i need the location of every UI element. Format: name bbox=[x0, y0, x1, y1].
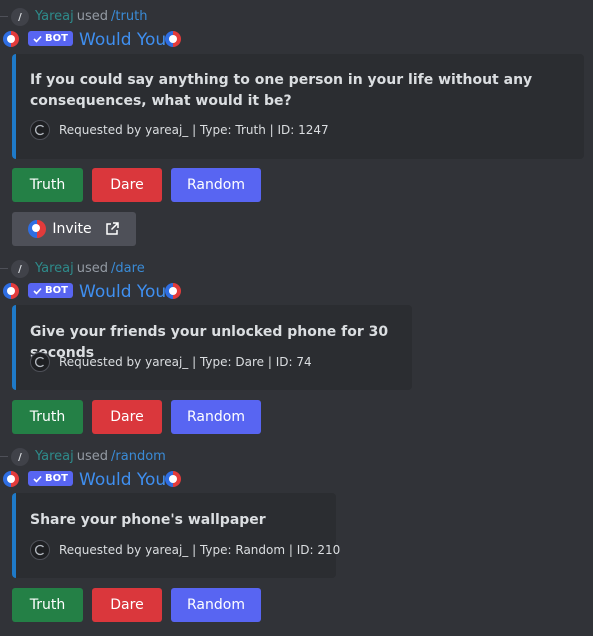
truth-button[interactable]: Truth bbox=[12, 400, 83, 434]
embed-footer: Requested by yareaj_ | Type: Dare | ID: … bbox=[30, 351, 312, 373]
command-used-text: used bbox=[76, 449, 109, 464]
embed-question: Share your phone's wallpaper bbox=[30, 512, 266, 528]
bot-name-text: Would You bbox=[79, 282, 167, 302]
random-button[interactable]: Random bbox=[171, 400, 261, 434]
truth-button-label: Truth bbox=[29, 597, 66, 613]
slash-command-icon: / bbox=[11, 8, 29, 26]
invite-button-label: Invite bbox=[52, 221, 92, 237]
embed-card: If you could say anything to one person … bbox=[12, 54, 584, 159]
command-used-text: used bbox=[76, 261, 109, 276]
bot-name-text: Would You bbox=[79, 30, 167, 50]
would-you-logo-icon[interactable] bbox=[3, 31, 19, 47]
command-line: / Yareaj used/dare bbox=[0, 260, 593, 278]
truth-button[interactable]: Truth bbox=[12, 168, 83, 202]
would-you-logo-icon bbox=[165, 471, 181, 487]
bot-tag-label: BOT bbox=[45, 285, 68, 296]
command-name[interactable]: /truth bbox=[111, 9, 147, 24]
bot-name[interactable]: Would You bbox=[79, 470, 166, 490]
slash-command-icon: / bbox=[11, 260, 29, 278]
dare-button[interactable]: Dare bbox=[92, 588, 162, 622]
command-name[interactable]: /random bbox=[111, 449, 166, 464]
dare-button-label: Dare bbox=[110, 597, 144, 613]
message-header: BOT Would You bbox=[0, 469, 593, 491]
embed-footer-text: Requested by yareaj_ | Type: Dare | ID: … bbox=[59, 355, 312, 369]
embed-footer-text: Requested by yareaj_ | Type: Random | ID… bbox=[59, 543, 341, 557]
random-button-label: Random bbox=[187, 597, 245, 613]
embed-card: Share your phone's wallpaper Requested b… bbox=[12, 493, 340, 578]
requester-avatar-icon bbox=[30, 352, 50, 372]
reply-thread-line bbox=[0, 456, 8, 457]
bot-tag: BOT bbox=[28, 283, 73, 298]
avatar-glyph-icon bbox=[35, 124, 44, 136]
command-username[interactable]: Yareaj bbox=[35, 9, 74, 24]
command-used-text: used bbox=[76, 9, 109, 24]
command-invoker: Yareaj used/truth bbox=[35, 9, 147, 24]
embed-card: Give your friends your unlocked phone fo… bbox=[12, 305, 412, 390]
external-link-icon bbox=[105, 222, 119, 235]
embed-question: If you could say anything to one person … bbox=[30, 72, 533, 109]
avatar-glyph-icon bbox=[35, 356, 44, 368]
command-name[interactable]: /dare bbox=[111, 261, 145, 276]
random-button-label: Random bbox=[187, 177, 245, 193]
truth-button-label: Truth bbox=[29, 177, 66, 193]
message-header: BOT Would You bbox=[0, 281, 593, 303]
bot-name[interactable]: Would You bbox=[79, 30, 166, 50]
embed-footer-text: Requested by yareaj_ | Type: Truth | ID:… bbox=[59, 123, 329, 137]
check-icon bbox=[33, 287, 42, 295]
bot-tag: BOT bbox=[28, 31, 73, 46]
would-you-logo-icon[interactable] bbox=[3, 283, 19, 299]
embed-footer: Requested by yareaj_ | Type: Truth | ID:… bbox=[30, 119, 329, 141]
would-you-logo-icon[interactable] bbox=[3, 471, 19, 487]
random-button[interactable]: Random bbox=[171, 588, 261, 622]
command-line: / Yareaj used/truth bbox=[0, 8, 593, 26]
reply-thread-line bbox=[0, 16, 8, 17]
would-you-logo-icon bbox=[165, 283, 181, 299]
bot-tag: BOT bbox=[28, 471, 73, 486]
invite-button[interactable]: Invite bbox=[12, 212, 136, 246]
truth-button[interactable]: Truth bbox=[12, 588, 83, 622]
dare-button-label: Dare bbox=[110, 409, 144, 425]
slash-command-icon: / bbox=[11, 448, 29, 466]
bot-tag-label: BOT bbox=[45, 33, 68, 44]
message-header: BOT Would You bbox=[0, 29, 593, 51]
dare-button[interactable]: Dare bbox=[92, 168, 162, 202]
random-button[interactable]: Random bbox=[171, 168, 261, 202]
bot-name[interactable]: Would You bbox=[79, 282, 166, 302]
dare-button[interactable]: Dare bbox=[92, 400, 162, 434]
check-icon bbox=[33, 475, 42, 483]
would-you-logo-icon bbox=[165, 31, 181, 47]
requester-avatar-icon bbox=[30, 120, 50, 140]
command-username[interactable]: Yareaj bbox=[35, 449, 74, 464]
bot-name-text: Would You bbox=[79, 470, 167, 490]
command-line: / Yareaj used/random bbox=[0, 448, 593, 466]
avatar-glyph-icon bbox=[35, 544, 44, 556]
command-invoker: Yareaj used/random bbox=[35, 449, 166, 464]
would-you-logo-icon bbox=[28, 220, 47, 238]
dare-button-label: Dare bbox=[110, 177, 144, 193]
truth-button-label: Truth bbox=[29, 409, 66, 425]
command-username[interactable]: Yareaj bbox=[35, 261, 74, 276]
bot-tag-label: BOT bbox=[45, 473, 68, 484]
command-invoker: Yareaj used/dare bbox=[35, 261, 145, 276]
check-icon bbox=[33, 35, 42, 43]
reply-thread-line bbox=[0, 268, 8, 269]
random-button-label: Random bbox=[187, 409, 245, 425]
requester-avatar-icon bbox=[30, 540, 50, 560]
embed-footer: Requested by yareaj_ | Type: Random | ID… bbox=[30, 539, 340, 561]
